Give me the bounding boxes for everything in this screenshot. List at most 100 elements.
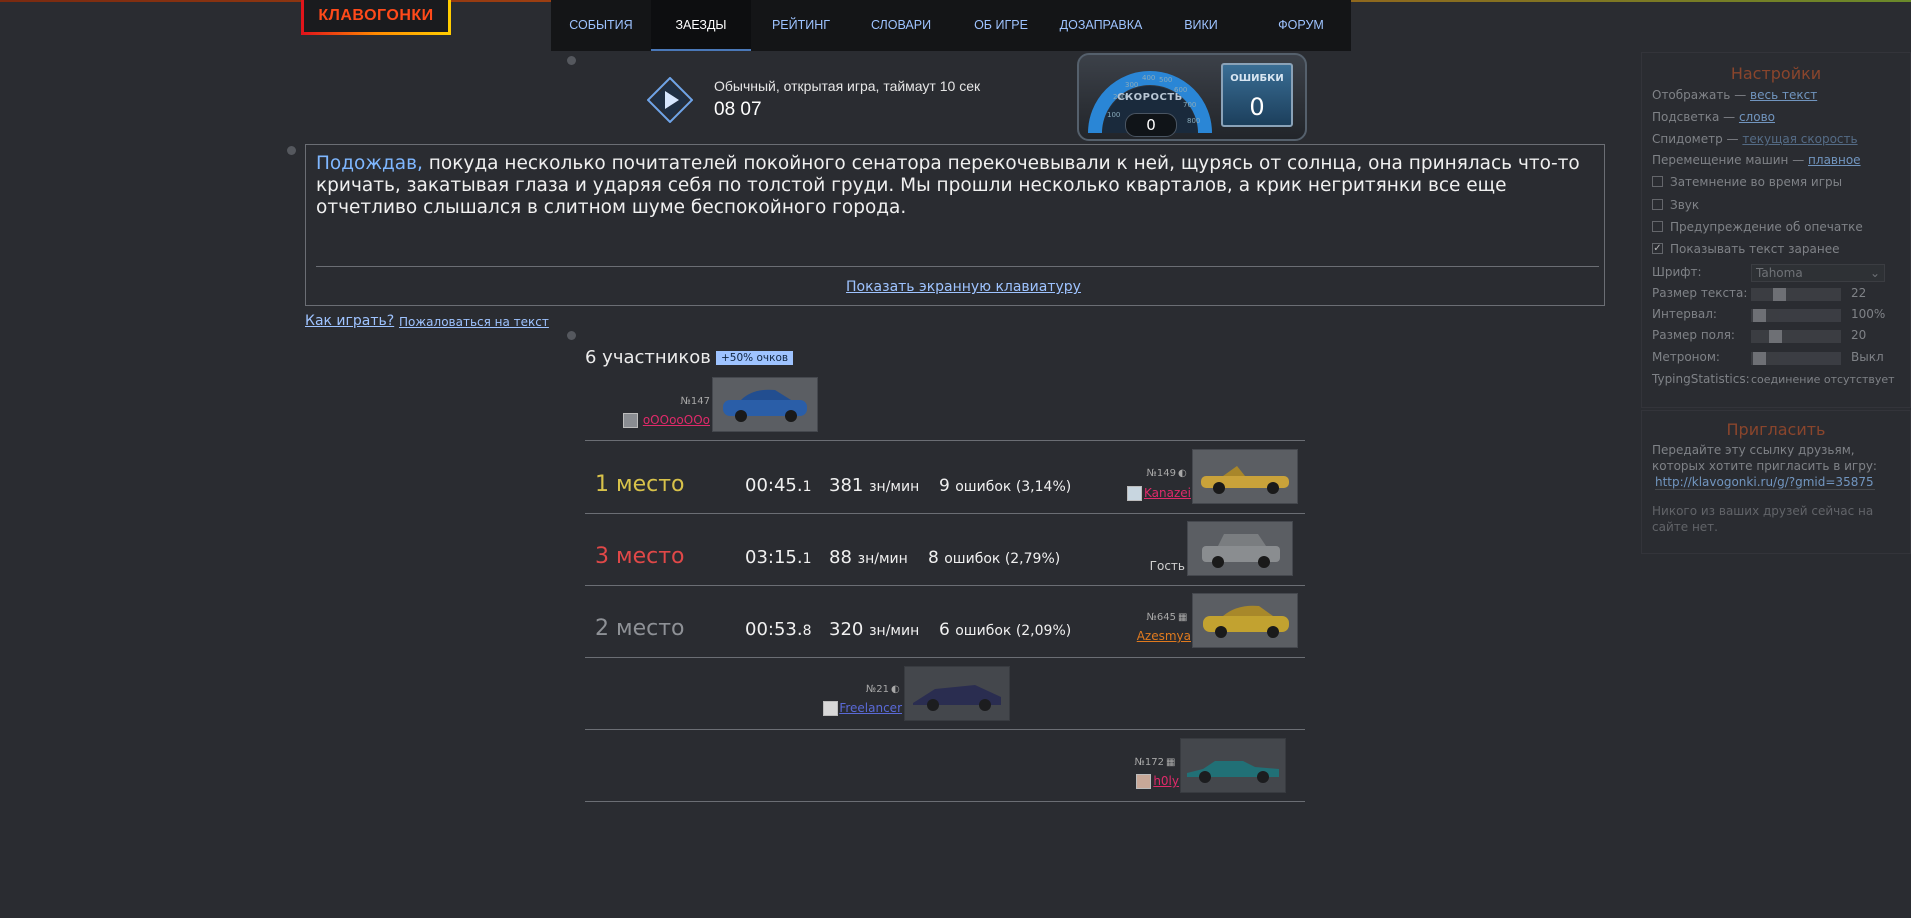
metronome-slider[interactable] [1751,352,1841,365]
stats-icon: ▦ [1178,612,1188,623]
settings-title: Настройки [1730,64,1822,83]
result-speed: 381 зн/мин [829,475,920,496]
speed-value: 0 [1125,113,1177,137]
player-name[interactable]: oOOooOOo [637,413,710,427]
sound-checkbox[interactable] [1652,199,1663,210]
player-car [712,377,818,432]
car-icon [723,389,807,422]
bonus-badge: +50% очков [716,351,794,365]
tab-refuel[interactable]: ДОЗАПРАВКА [1051,0,1151,51]
player-name[interactable]: Azesmya [1126,629,1191,643]
dim-label: Затемнение во время игры [1670,175,1843,189]
tab-about[interactable]: ОБ ИГРЕ [951,0,1051,51]
remaining-text: покуда несколько почитателей покойного с… [316,153,1580,218]
row-divider [585,513,1305,514]
result-errors: 6 ошибок (2,09%) [939,620,1072,640]
move-setting: Перемещение машин — плавное [1652,153,1861,167]
player-name: Гость [1149,559,1185,573]
field-size-label: Размер поля: [1652,328,1735,342]
player-car [1180,738,1286,793]
car-icon [1201,466,1289,494]
place-label: 3 место [595,544,685,569]
speedo-value-link[interactable]: текущая скорость [1742,132,1857,146]
moon-icon: ◐ [1178,468,1187,479]
dim-checkbox[interactable] [1652,176,1663,187]
typo-warning-checkbox[interactable] [1652,221,1663,232]
player-car [1192,593,1298,648]
car-number: №147 [680,396,711,407]
svg-text:400: 400 [1142,74,1155,82]
show-text-label: Показывать текст заранее [1670,242,1840,256]
main-nav: СОБЫТИЯ ЗАЕЗДЫ РЕЙТИНГ СЛОВАРИ ОБ ИГРЕ Д… [551,0,1351,51]
no-friends-text: Никого из ваших друзей сейчас на сайте н… [1652,504,1874,534]
metronome-label: Метроном: [1652,350,1720,364]
tab-events[interactable]: СОБЫТИЯ [551,0,651,51]
typing-stats-label: TypingStatistics: [1652,372,1750,386]
text-size-slider[interactable] [1751,288,1841,301]
participants-count: 6 участников [585,347,711,368]
game-type: Обычный, открытая игра, таймаут 10 сек [714,78,981,94]
tab-rating[interactable]: РЕЙТИНГ [751,0,851,51]
car-number: №149 [1146,468,1177,479]
tab-races[interactable]: ЗАЕЗДЫ [651,0,751,51]
highlight-setting: Подсветка — слово [1652,110,1775,124]
moon-icon: ◐ [891,684,900,695]
text-size-value: 22 [1851,286,1867,300]
car-number: №21 [865,684,889,695]
car-icon [1202,534,1280,568]
result-speed: 88 зн/мин [829,547,908,568]
invite-title: Пригласить [1726,420,1826,439]
result-time: 03:15.1 [745,547,812,568]
site-logo[interactable]: КЛАВОГОНКИ [301,0,451,35]
row-divider [585,440,1305,441]
svg-text:800: 800 [1187,117,1200,125]
complain-text-link[interactable]: Пожаловаться на текст [399,315,549,329]
car-icon [1203,605,1289,638]
player-car [1187,521,1293,576]
row-divider [585,585,1305,586]
display-setting: Отображать — весь текст [1652,88,1818,102]
player-car [1192,449,1298,504]
speedo-setting: Спидометр — текущая скорость [1652,132,1858,146]
field-size-value: 20 [1851,328,1867,342]
player-name[interactable]: Kanazei [1141,486,1191,500]
tab-wiki[interactable]: ВИКИ [1151,0,1251,51]
place-label: 2 место [595,616,685,641]
typed-word: Подождав, [316,153,423,174]
interval-value: 100% [1851,307,1886,321]
player-car [904,666,1010,721]
place-label: 1 место [595,472,685,497]
show-keyboard-link[interactable]: Показать экранную клавиатуру [846,279,1081,295]
svg-text:100: 100 [1107,111,1120,119]
player-name[interactable]: h0ly [1150,774,1179,788]
metronome-value: Выкл [1851,350,1884,364]
speed-label: СКОРОСТЬ [1117,92,1183,103]
show-text-checkbox[interactable]: ✓ [1652,243,1663,254]
chevron-down-icon: ⌄ [1869,266,1880,280]
game-timer: 08 07 [714,99,762,120]
sound-label: Звук [1670,198,1700,212]
interval-slider[interactable] [1751,309,1841,322]
row-divider [585,657,1305,658]
how-to-play-link[interactable]: Как играть? [305,313,394,329]
typing-text: Подождав, покуда несколько почитателей п… [316,153,1599,219]
invite-link-field[interactable]: http://klavogonki.ru/g/?gmid=35875 [1655,475,1875,490]
highlight-value-link[interactable]: слово [1739,110,1775,124]
row-divider [585,801,1305,802]
invite-description: Передайте эту ссылку друзьям, которых хо… [1652,443,1877,473]
field-size-slider[interactable] [1751,330,1841,343]
tab-vocabularies[interactable]: СЛОВАРИ [851,0,951,51]
play-icon[interactable] [647,77,693,123]
divider [316,266,1599,267]
move-value-link[interactable]: плавное [1808,153,1861,167]
block-marker [287,146,296,155]
display-value-link[interactable]: весь текст [1750,88,1817,102]
car-number: №172 [1134,757,1165,768]
font-select[interactable]: Tahoma ⌄ [1751,264,1885,282]
avatar [1127,486,1142,501]
tab-forum[interactable]: ФОРУМ [1251,0,1351,51]
typo-warning-label: Предупреждение об опечатке [1670,220,1863,234]
player-name[interactable]: Freelancer [837,701,902,715]
block-marker [567,56,576,65]
font-label: Шрифт: [1652,265,1702,279]
